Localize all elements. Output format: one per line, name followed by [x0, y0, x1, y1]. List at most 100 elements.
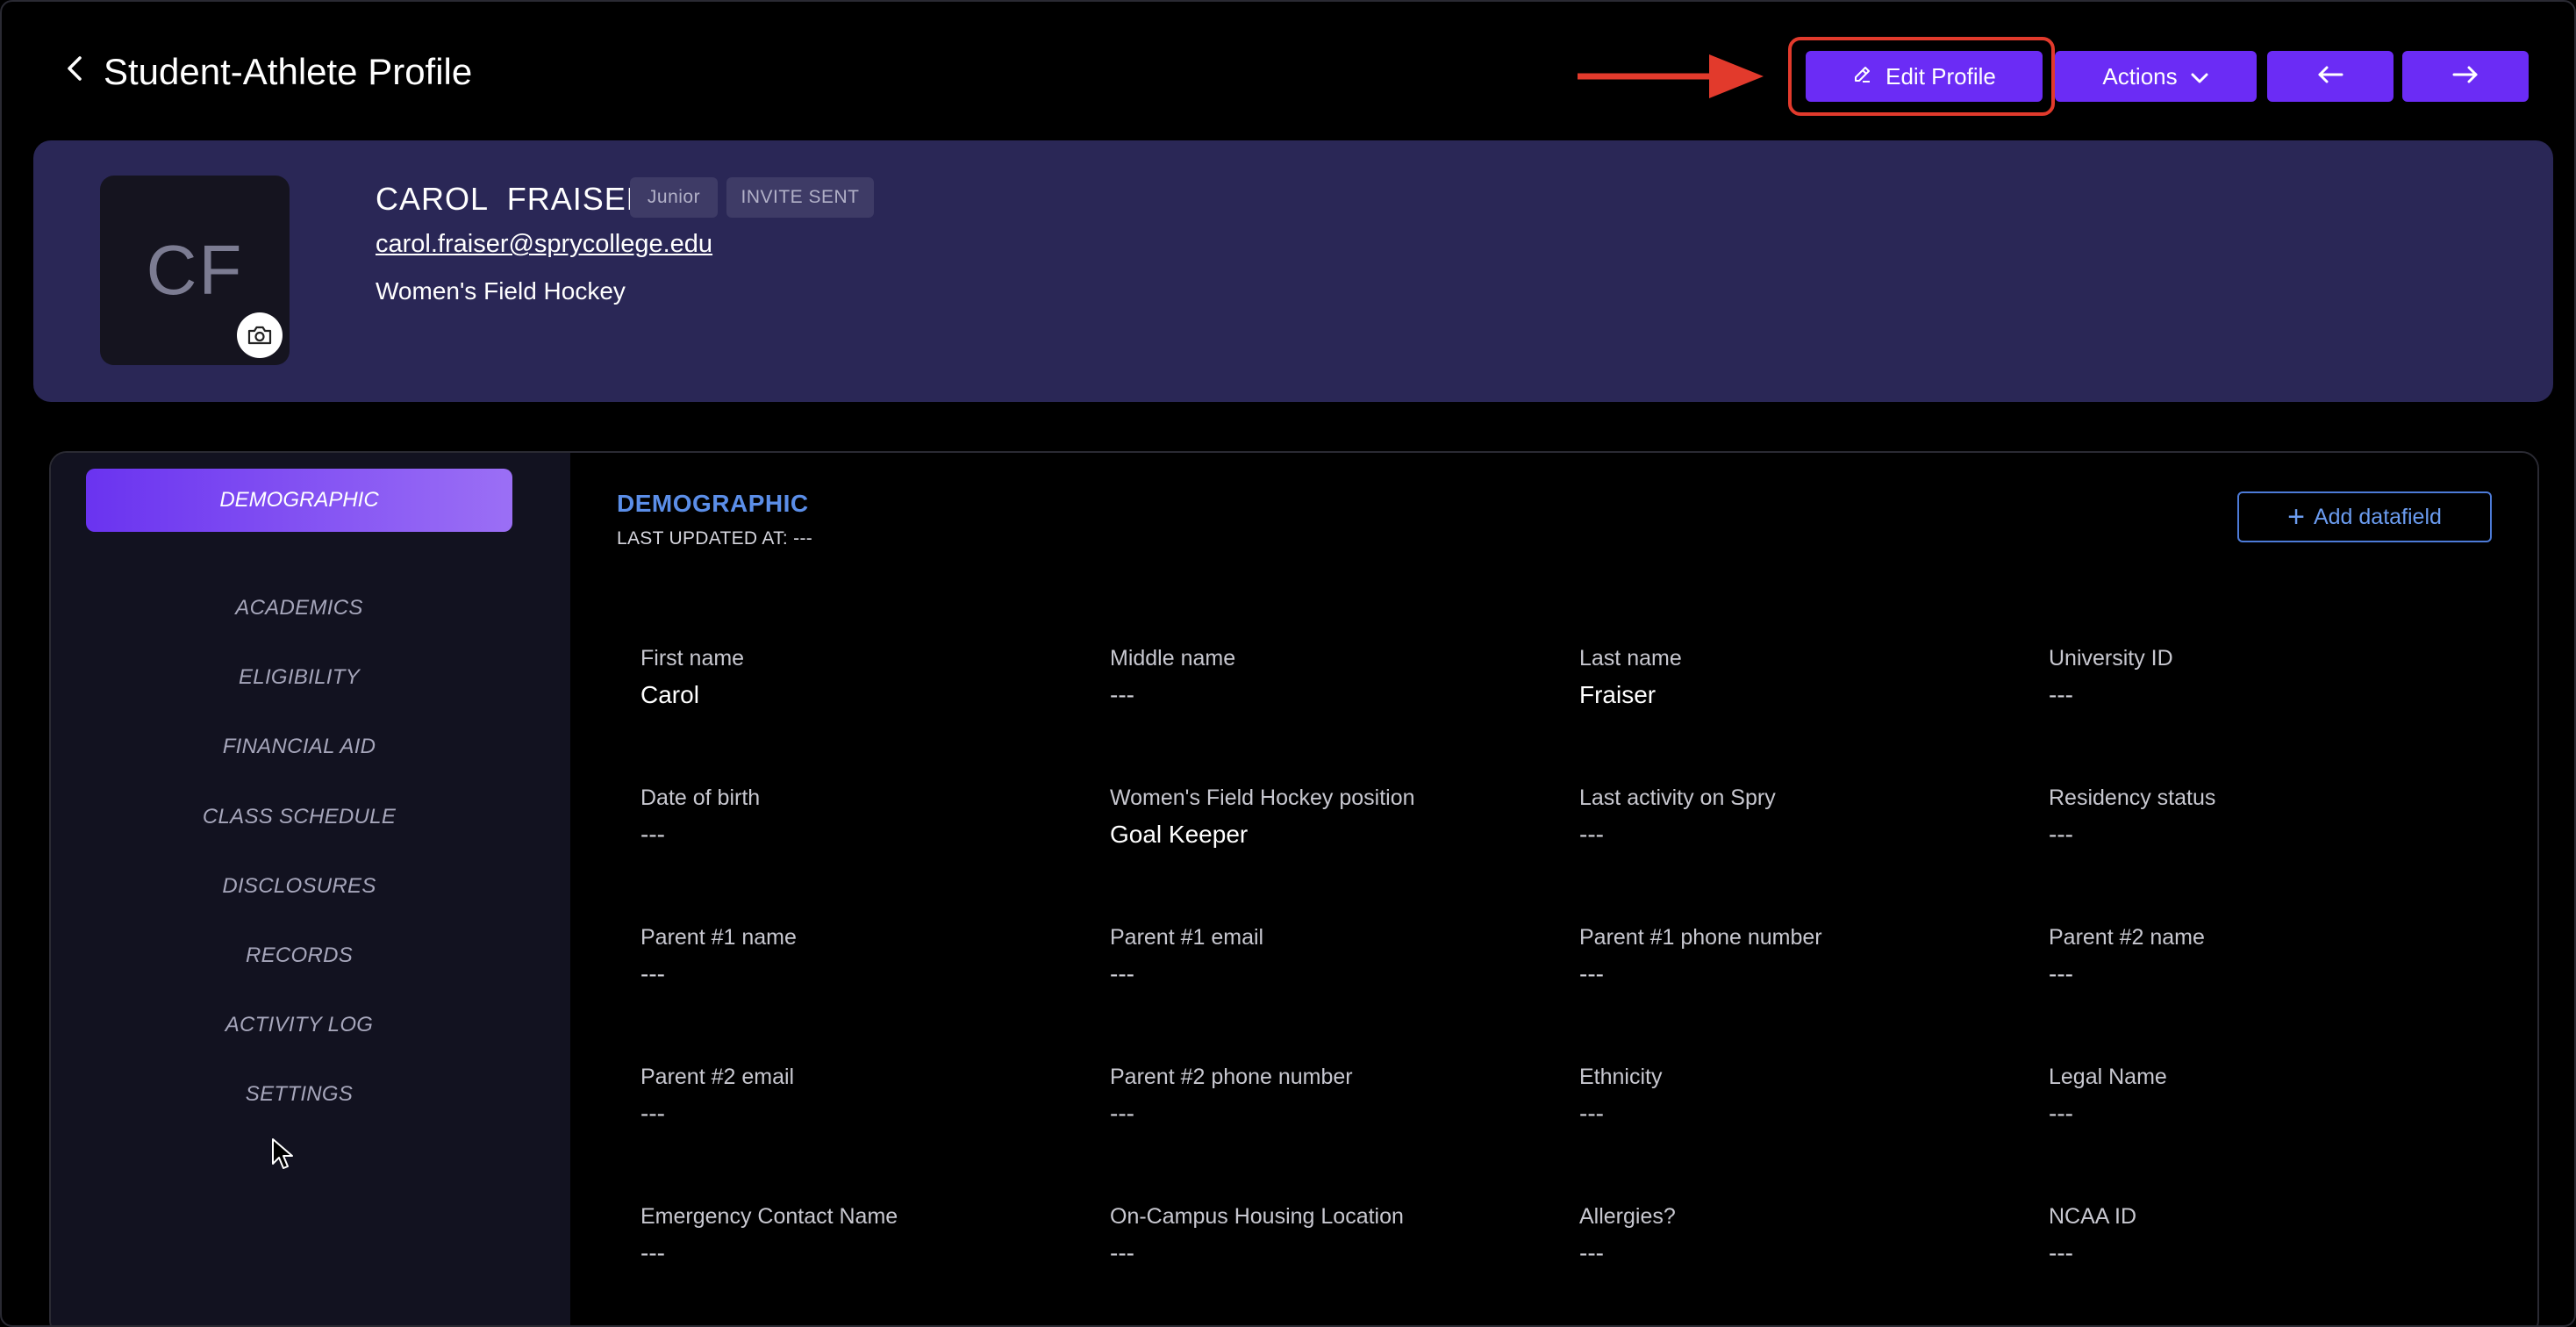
pencil-icon: [1852, 63, 1873, 90]
field-value: ---: [1579, 1100, 1604, 1127]
field-ethnicity: Ethnicity ---: [1579, 1063, 2018, 1131]
field-parent1-email: Parent #1 email ---: [1110, 923, 1549, 992]
add-datafield-label: Add datafield: [2313, 504, 2442, 529]
last-updated-text: LAST UPDATED AT: ---: [617, 528, 813, 549]
field-position: Women's Field Hockey position Goal Keepe…: [1110, 784, 1549, 852]
field-label: Emergency Contact Name: [640, 1204, 898, 1229]
sidebar-item-settings[interactable]: SETTINGS: [86, 1072, 512, 1116]
avatar-initials: CF: [146, 231, 244, 309]
field-label: University ID: [2049, 646, 2173, 671]
field-value: Goal Keeper: [1110, 821, 1249, 848]
arrow-left-icon: [2316, 63, 2344, 90]
arrow-right-icon: [2451, 63, 2479, 90]
edit-profile-button[interactable]: Edit Profile: [1806, 51, 2043, 102]
field-value: Fraiser: [1579, 681, 1657, 708]
camera-icon[interactable]: [237, 312, 283, 358]
field-last-name: Last name Fraiser: [1579, 644, 2018, 713]
field-label: Legal Name: [2049, 1065, 2167, 1089]
field-label: On-Campus Housing Location: [1110, 1204, 1404, 1229]
add-datafield-button[interactable]: + Add datafield: [2237, 491, 2492, 542]
field-label: Women's Field Hockey position: [1110, 785, 1415, 810]
field-label: Parent #2 email: [640, 1065, 795, 1089]
field-value: ---: [2049, 1239, 2073, 1266]
field-allergies: Allergies? ---: [1579, 1202, 2018, 1271]
field-value: ---: [1579, 821, 1604, 848]
sidebar-item-activity-log[interactable]: ACTIVITY LOG: [86, 1003, 512, 1047]
field-parent2-email: Parent #2 email ---: [640, 1063, 1079, 1131]
athlete-name: CAROL FRAISER: [376, 181, 650, 217]
next-profile-button[interactable]: [2402, 51, 2529, 102]
field-parent1-phone: Parent #1 phone number ---: [1579, 923, 2018, 992]
section-title: DEMOGRAPHIC: [617, 490, 809, 517]
field-parent1-name: Parent #1 name ---: [640, 923, 1079, 992]
profile-details-panel: DEMOGRAPHIC ACADEMICS ELIGIBILITY FINANC…: [49, 451, 2539, 1325]
page-title: Student-Athlete Profile: [104, 51, 473, 92]
field-label: Parent #1 phone number: [1579, 925, 1822, 950]
field-value: ---: [2049, 960, 2073, 987]
annotation-arrow-icon: [1578, 54, 1764, 98]
field-label: Parent #2 phone number: [1110, 1065, 1353, 1089]
field-value: ---: [1110, 681, 1134, 708]
field-emergency-contact: Emergency Contact Name ---: [640, 1202, 1079, 1271]
edit-profile-label: Edit Profile: [1885, 62, 1996, 90]
back-chevron-icon[interactable]: [60, 51, 89, 86]
field-housing-location: On-Campus Housing Location ---: [1110, 1202, 1549, 1271]
mouse-cursor-icon: [272, 1138, 293, 1169]
field-value: ---: [640, 1100, 665, 1127]
field-first-name: First name Carol: [640, 644, 1079, 713]
field-value: ---: [2049, 1100, 2073, 1127]
field-middle-name: Middle name ---: [1110, 644, 1549, 713]
field-legal-name: Legal Name ---: [2049, 1063, 2487, 1131]
field-value: ---: [1110, 1100, 1134, 1127]
field-residency-status: Residency status ---: [2049, 784, 2487, 852]
field-label: Date of birth: [640, 785, 761, 810]
field-label: Parent #1 email: [1110, 925, 1264, 950]
status-badge: INVITE SENT: [726, 177, 874, 218]
sidebar-item-academics[interactable]: ACADEMICS: [86, 586, 512, 630]
sidebar-item-demographic[interactable]: DEMOGRAPHIC: [86, 469, 512, 532]
field-label: Allergies?: [1579, 1204, 1676, 1229]
actions-dropdown-button[interactable]: Actions: [2055, 51, 2257, 102]
field-value: ---: [640, 960, 665, 987]
field-value: ---: [640, 821, 665, 848]
section-content: DEMOGRAPHIC LAST UPDATED AT: --- + Add d…: [570, 453, 2537, 1325]
sidebar-item-records[interactable]: RECORDS: [86, 934, 512, 978]
field-label: NCAA ID: [2049, 1204, 2137, 1229]
sidebar-item-financial-aid[interactable]: FINANCIAL AID: [86, 725, 512, 769]
field-label: Middle name: [1110, 646, 1236, 671]
field-label: Parent #1 name: [640, 925, 797, 950]
field-label: Residency status: [2049, 785, 2216, 810]
sidebar-item-eligibility[interactable]: ELIGIBILITY: [86, 656, 512, 699]
field-value: ---: [1579, 1239, 1604, 1266]
field-value: ---: [640, 1239, 665, 1266]
field-value: ---: [2049, 821, 2073, 848]
field-label: Ethnicity: [1579, 1065, 1663, 1089]
sidebar-item-disclosures[interactable]: DISCLOSURES: [86, 864, 512, 908]
field-label: Parent #2 name: [2049, 925, 2205, 950]
field-university-id: University ID ---: [2049, 644, 2487, 713]
email-link[interactable]: carol.fraiser@sprycollege.edu: [376, 226, 712, 262]
section-sidebar: DEMOGRAPHIC ACADEMICS ELIGIBILITY FINANC…: [51, 453, 570, 1325]
field-label: Last activity on Spry: [1579, 785, 1776, 810]
field-value: Carol: [640, 681, 699, 708]
field-value: ---: [1110, 960, 1134, 987]
field-date-of-birth: Date of birth ---: [640, 784, 1079, 852]
page-header: Student-Athlete Profile Edit Profile Act…: [2, 2, 2574, 142]
chevron-down-icon: [2190, 63, 2209, 90]
sport-label: Women's Field Hockey: [376, 277, 626, 305]
class-year-badge: Junior: [630, 177, 718, 218]
field-parent2-phone: Parent #2 phone number ---: [1110, 1063, 1549, 1131]
field-value: ---: [1110, 1239, 1134, 1266]
field-label: First name: [640, 646, 745, 671]
sidebar-item-class-schedule[interactable]: CLASS SCHEDULE: [86, 795, 512, 839]
app-window: Student-Athlete Profile Edit Profile Act…: [0, 0, 2576, 1327]
plus-icon: +: [2287, 500, 2305, 534]
field-ncaa-id: NCAA ID ---: [2049, 1202, 2487, 1271]
previous-profile-button[interactable]: [2267, 51, 2394, 102]
profile-banner: CF CAROL FRAISER Junior INVITE SENT caro…: [33, 140, 2553, 402]
field-last-activity: Last activity on Spry ---: [1579, 784, 2018, 852]
field-label: Last name: [1579, 646, 1682, 671]
field-parent2-name: Parent #2 name ---: [2049, 923, 2487, 992]
actions-label: Actions: [2102, 62, 2178, 90]
field-value: ---: [1579, 960, 1604, 987]
